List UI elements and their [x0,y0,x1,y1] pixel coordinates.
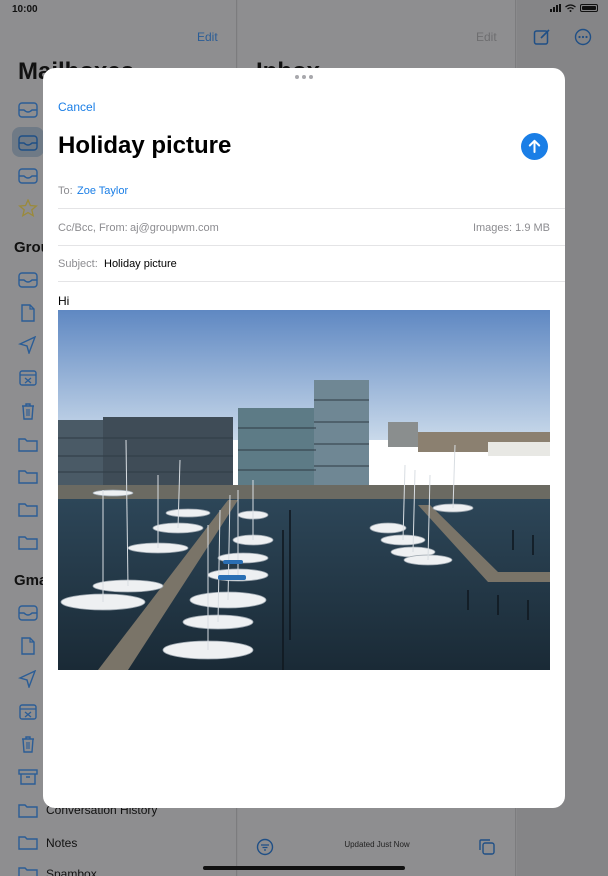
to-label: To: [58,185,73,197]
compose-title: Holiday picture [58,132,232,159]
from-address[interactable]: aj@groupwm.com [130,222,219,234]
to-field[interactable]: To: Zoe Taylor [58,173,565,209]
junk-icon[interactable] [18,703,38,721]
sidebar-edit-button[interactable]: Edit [197,30,218,44]
stack-icon[interactable] [478,838,496,856]
images-label: Images: [472,222,513,234]
trash-icon[interactable] [18,402,38,420]
list-edit-button[interactable]: Edit [476,30,497,44]
arrow-up-icon [528,139,541,153]
images-size-value: 1.9 MB [515,222,550,234]
compose-icon[interactable] [533,28,551,46]
folder-icon[interactable] [18,500,38,518]
archive-icon[interactable] [18,768,38,786]
sidebar-item-spambox[interactable]: Spambox [46,867,97,876]
trash-icon[interactable] [18,735,38,753]
home-indicator[interactable] [203,866,405,870]
status-time: 10:00 [12,4,38,15]
star-icon[interactable] [18,199,38,217]
drafts-icon[interactable] [18,304,38,322]
cc-bcc-from-label: Cc/Bcc, From: [58,222,128,234]
compose-sheet: Cancel Holiday picture To: Zoe Taylor Cc… [43,68,565,808]
inbox-icon[interactable] [18,604,38,622]
status-indicators [550,4,598,12]
folder-icon[interactable] [18,467,38,485]
folder-icon[interactable] [18,833,38,851]
status-bar: 10:00 [0,0,608,20]
folder-icon[interactable] [18,864,38,876]
all-inboxes-icon[interactable] [18,101,38,119]
sent-icon[interactable] [18,670,38,688]
cc-bcc-from-field[interactable]: Cc/Bcc, From: aj@groupwm.com Images: 1.9… [58,210,565,246]
wifi-icon [565,4,576,12]
subject-field[interactable]: Subject: Holiday picture [58,246,565,282]
folder-icon[interactable] [18,801,38,819]
sidebar-item-notes[interactable]: Notes [46,836,77,850]
cancel-button[interactable]: Cancel [58,100,95,114]
drafts-icon[interactable] [18,637,38,655]
folder-icon[interactable] [18,435,38,453]
inbox-icon[interactable] [18,271,38,289]
attached-photo[interactable] [58,310,550,670]
junk-icon[interactable] [18,369,38,387]
subject-label: Subject: [58,258,98,270]
folder-icon[interactable] [18,533,38,551]
to-recipient[interactable]: Zoe Taylor [77,185,128,197]
images-size[interactable]: Images: 1.9 MB [473,222,550,234]
message-body-text[interactable]: Hi [58,294,69,308]
subject-input[interactable]: Holiday picture [104,258,177,270]
sheet-grabber[interactable] [295,75,313,79]
more-options-icon[interactable] [574,28,592,46]
inbox-icon[interactable] [18,134,38,152]
battery-icon [580,4,598,12]
inbox-icon[interactable] [18,167,38,185]
sent-icon[interactable] [18,336,38,354]
send-button[interactable] [521,133,548,160]
updated-status: Updated Just Now [344,840,410,849]
signal-icon [550,4,561,12]
